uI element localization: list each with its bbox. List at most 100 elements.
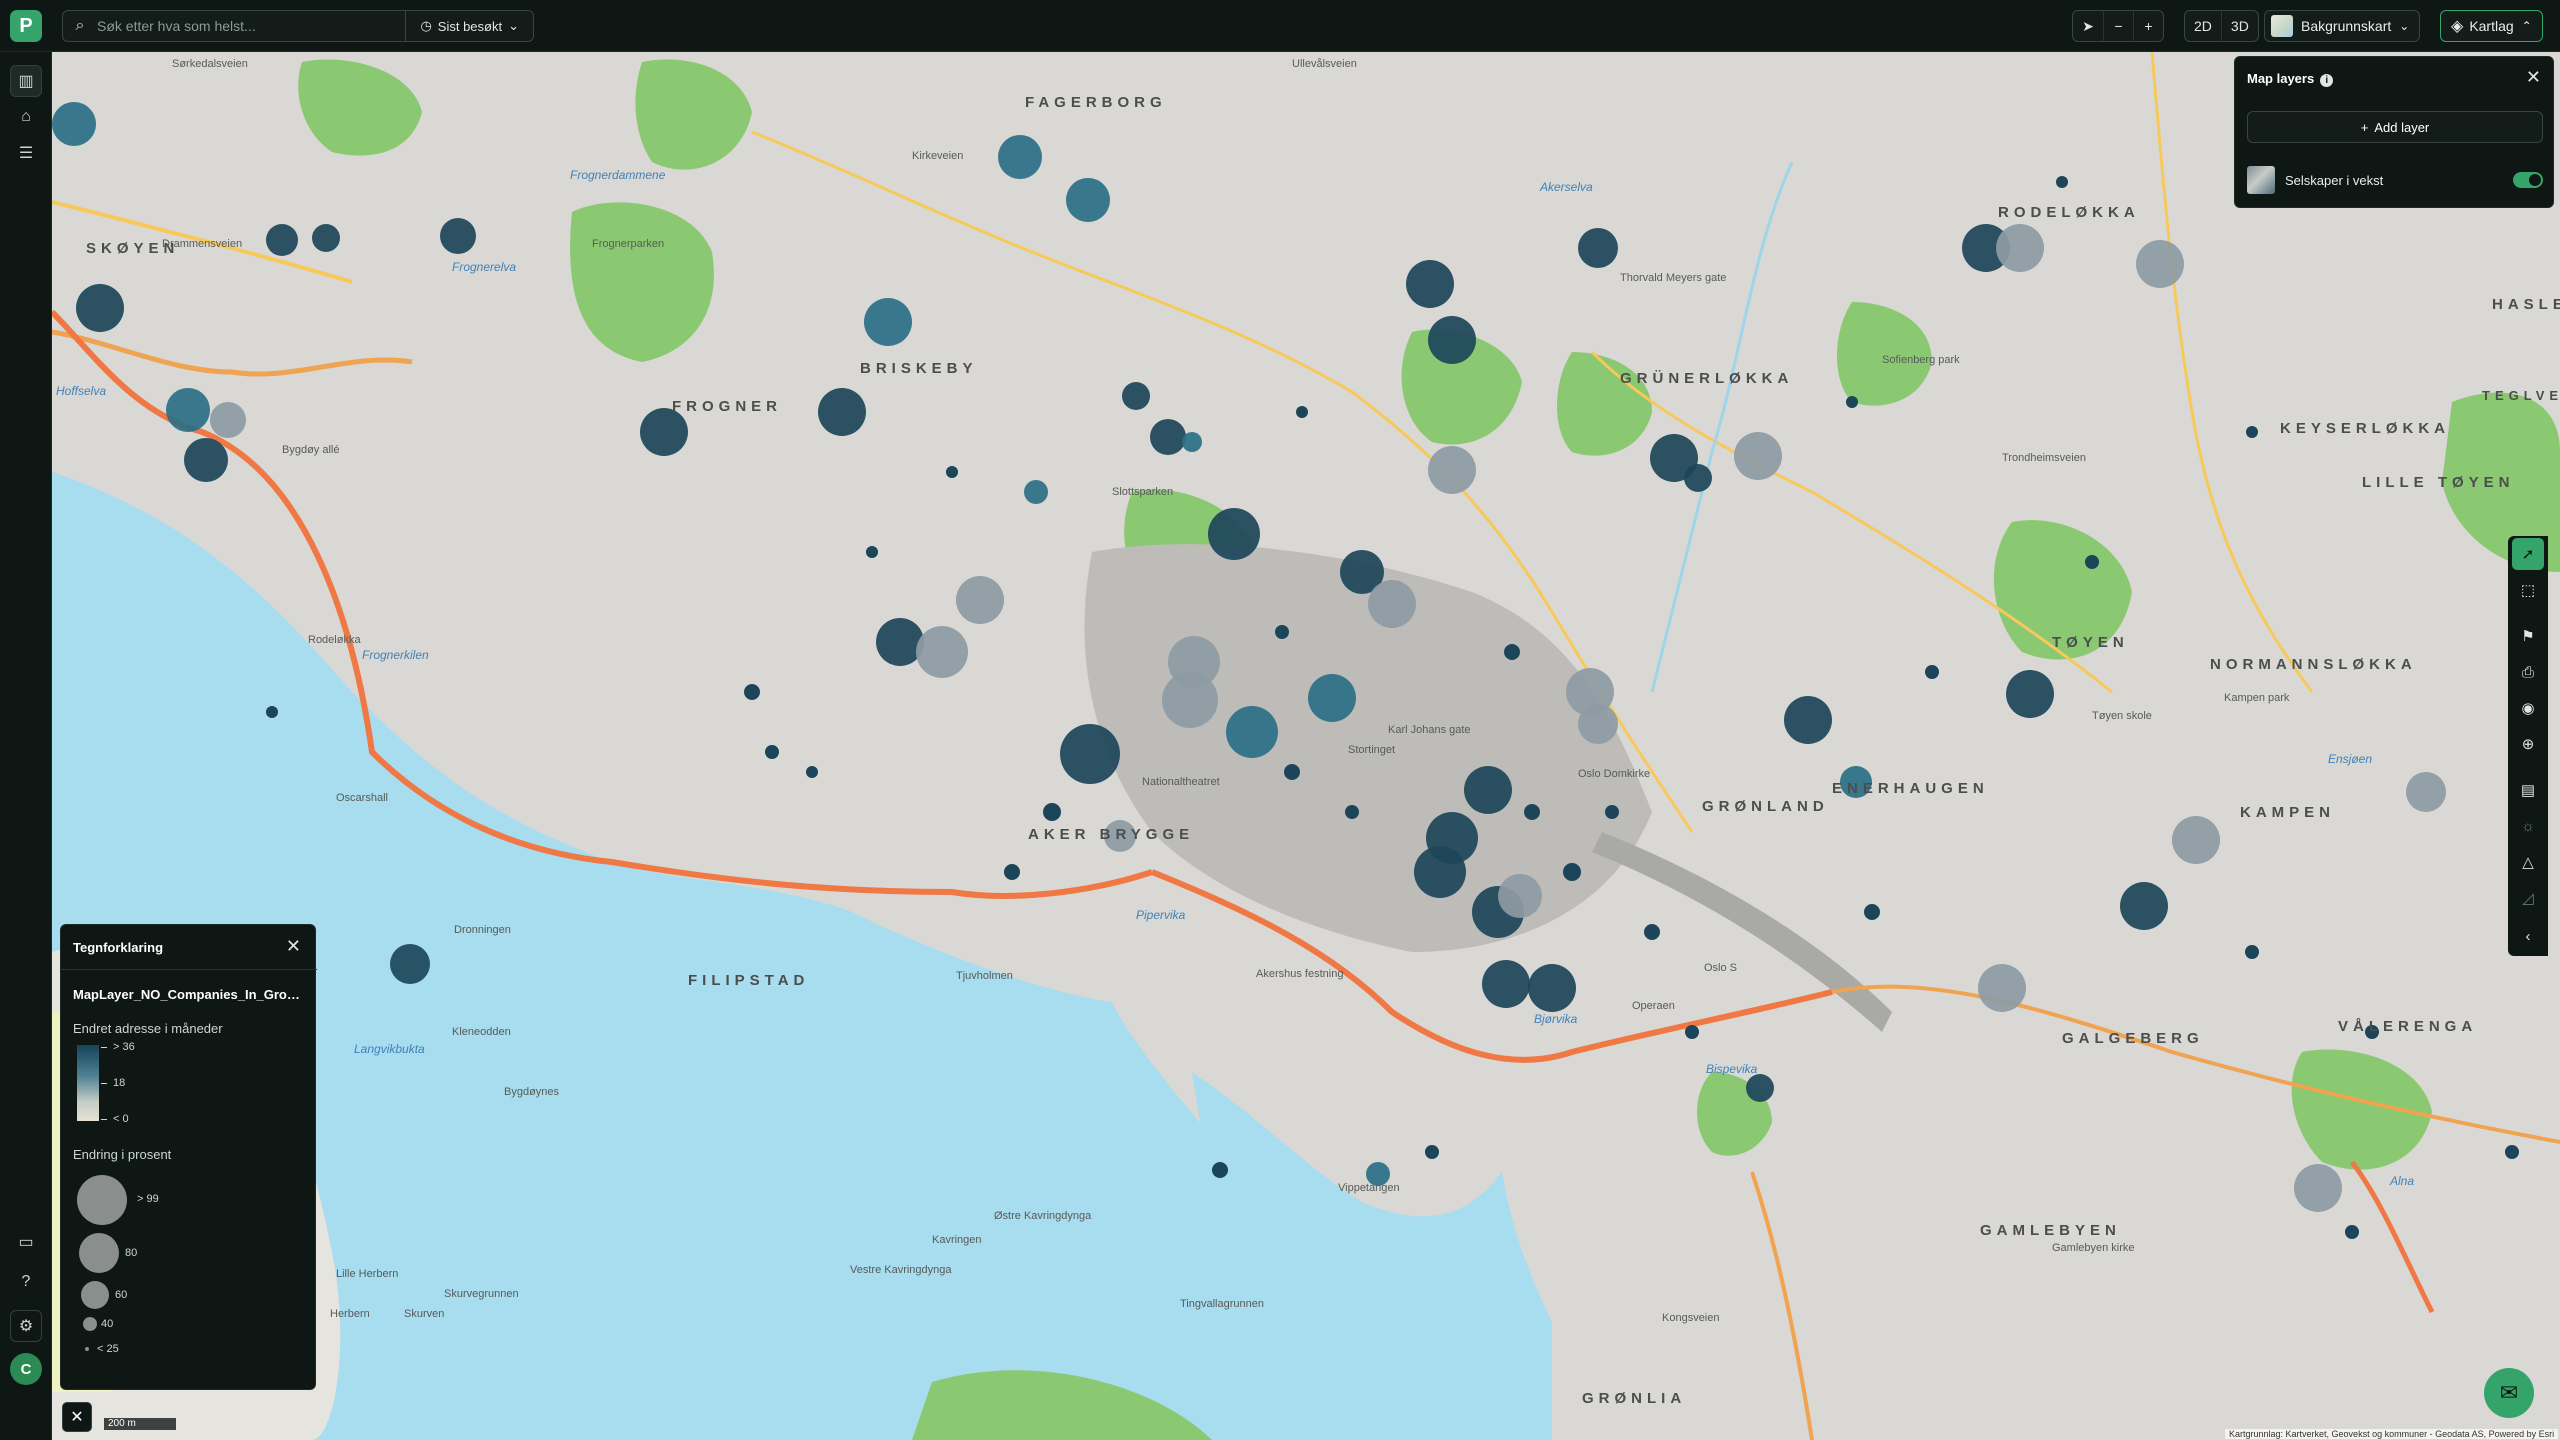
bubble[interactable] [864,298,912,346]
bubble[interactable] [876,618,924,666]
bubble[interactable] [998,135,1042,179]
bubble[interactable] [2085,555,2099,569]
compass-north-icon[interactable]: ➤ [2073,11,2103,41]
bubble[interactable] [440,218,476,254]
zoom-in-button[interactable]: + [2133,11,2163,41]
camera-icon[interactable]: ◉ [2512,692,2544,724]
bubble[interactable] [2345,1225,2359,1239]
bubble[interactable] [1004,864,1020,880]
bubble[interactable] [640,408,688,456]
bubble[interactable] [2006,670,2054,718]
bubble[interactable] [1284,764,1300,780]
bubble[interactable] [1996,224,2044,272]
bubble[interactable] [1746,1074,1774,1102]
map-canvas[interactable]: FAGERBORG SKØYEN BRISKEBY FROGNER GRÜNER… [52,52,2560,1440]
bubble[interactable] [1296,406,1308,418]
chat-icon[interactable]: ✉ [2484,1368,2534,1418]
bubble[interactable] [866,546,878,558]
bubble[interactable] [390,944,430,984]
bubble[interactable] [266,224,298,256]
bubble[interactable] [1182,432,1202,452]
bubble[interactable] [916,626,968,678]
bubble[interactable] [2245,945,2259,959]
bubble[interactable] [1122,382,1150,410]
bubble[interactable] [76,284,124,332]
chevron-left-icon[interactable]: ‹ [2512,920,2544,952]
bubble[interactable] [1846,396,1858,408]
list-icon[interactable]: ☰ [10,137,42,169]
view-2d-button[interactable]: 2D [2185,11,2221,41]
bubble[interactable] [1406,260,1454,308]
bubble[interactable] [1464,766,1512,814]
bubble[interactable] [1684,464,1712,492]
bubble[interactable] [1162,672,1218,728]
bubble[interactable] [1524,804,1540,820]
bubble[interactable] [1578,228,1618,268]
layer-visibility-toggle[interactable] [2513,172,2543,188]
bubble[interactable] [1212,1162,1228,1178]
print-icon[interactable]: ⎙ [2512,656,2544,688]
app-logo[interactable]: P [10,10,42,42]
locate-icon[interactable]: ⊕ [2512,728,2544,760]
bubble[interactable] [1043,803,1061,821]
bubble[interactable] [1308,674,1356,722]
bubble[interactable] [806,766,818,778]
bubble[interactable] [184,438,228,482]
bubble[interactable] [1978,964,2026,1012]
bubble[interactable] [312,224,340,252]
bubble[interactable] [1644,924,1660,940]
bubble[interactable] [2172,816,2220,864]
help-icon[interactable]: ? [10,1266,42,1298]
close-icon[interactable]: ✕ [286,936,301,957]
info-icon[interactable]: i [2320,74,2334,87]
bubble[interactable] [2294,1164,2342,1212]
close-icon[interactable]: ✕ [2526,67,2541,88]
bubble[interactable] [1504,644,1520,660]
bubble[interactable] [266,706,278,718]
search-input[interactable]: Søk etter hva som helst... [97,18,405,34]
bubble[interactable] [1784,696,1832,744]
bubble[interactable] [1563,863,1581,881]
bubble[interactable] [744,684,760,700]
bubble[interactable] [1578,704,1618,744]
pointer-icon[interactable]: ➚ [2512,538,2544,570]
measure-icon[interactable]: △ [2512,846,2544,878]
bubble[interactable] [956,576,1004,624]
bubble[interactable] [1425,1145,1439,1159]
bubble[interactable] [2056,176,2068,188]
bubble[interactable] [1368,580,1416,628]
route-icon[interactable]: ◿ [2512,882,2544,914]
sun-icon[interactable]: ☼ [2512,810,2544,842]
bubble[interactable] [1864,904,1880,920]
view-3d-button[interactable]: 3D [2220,11,2258,41]
basemap-dropdown[interactable]: Bakgrunnskart ⌄ [2264,10,2421,42]
bubble[interactable] [210,402,246,438]
bubble[interactable] [1208,508,1260,560]
bubble[interactable] [1685,1025,1699,1039]
bookmark-icon[interactable]: ⚑ [2512,620,2544,652]
bubble[interactable] [1060,724,1120,784]
add-layer-button[interactable]: + Add layer [2247,111,2543,143]
bubble[interactable] [1414,846,1466,898]
bubble[interactable] [1925,665,1939,679]
save-icon[interactable]: ▤ [2512,774,2544,806]
layer-item[interactable]: Selskaper i vekst [2247,165,2543,195]
bubble[interactable] [2505,1145,2519,1159]
search-bar[interactable]: ⌕ Søk etter hva som helst... ◷ Sist besø… [62,10,534,42]
bubble[interactable] [1528,964,1576,1012]
bubble[interactable] [1734,432,1782,480]
recent-dropdown[interactable]: ◷ Sist besøkt ⌄ [405,11,533,41]
feedback-icon[interactable]: ▭ [10,1226,42,1258]
bubble[interactable] [1498,874,1542,918]
bubble[interactable] [2136,240,2184,288]
bubble[interactable] [1150,419,1186,455]
bubble[interactable] [52,102,96,146]
close-icon[interactable]: ✕ [62,1402,92,1432]
bubble[interactable] [2246,426,2258,438]
bubble[interactable] [2406,772,2446,812]
tag-icon[interactable]: ⌂ [10,101,42,133]
bubble[interactable] [166,388,210,432]
bubble[interactable] [1605,805,1619,819]
avatar[interactable]: C [10,1353,42,1385]
bubble[interactable] [1066,178,1110,222]
